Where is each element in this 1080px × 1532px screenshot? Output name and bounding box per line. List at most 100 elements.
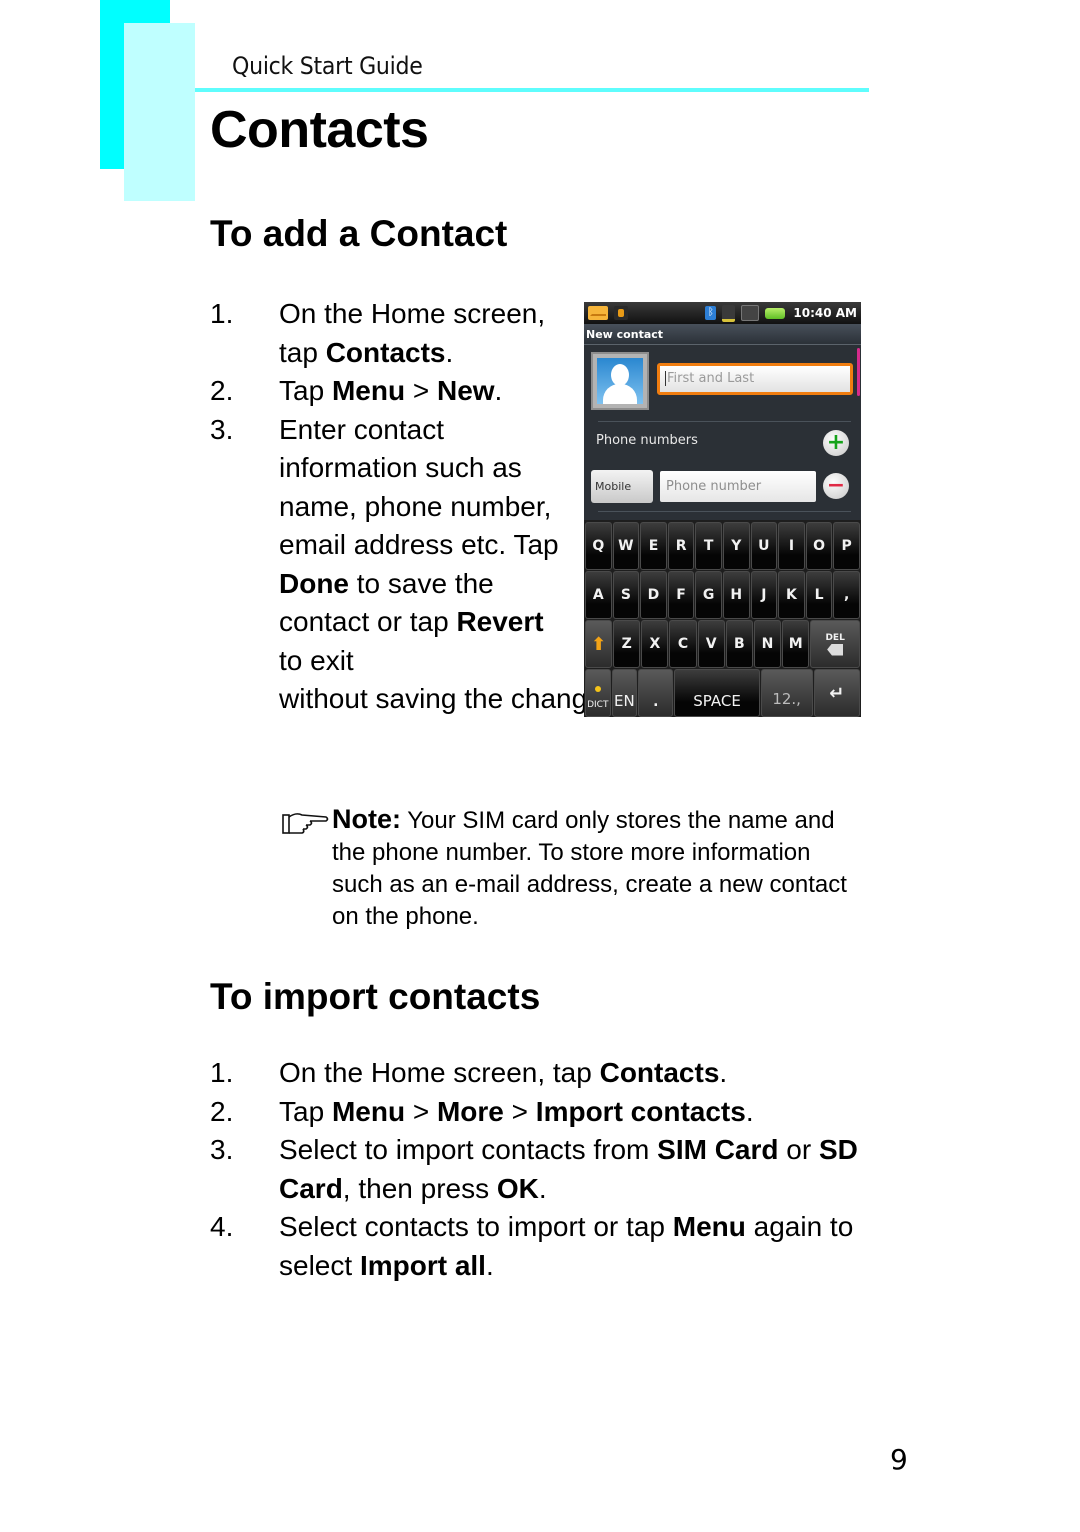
step-number: 3. bbox=[210, 1134, 234, 1165]
step-text: On the Home screen, tap Contacts. bbox=[279, 298, 546, 368]
person-silhouette-icon bbox=[597, 358, 643, 404]
phone-screenshot: ᛒ 10:40 AM New contact First and Last Ph… bbox=[584, 302, 861, 717]
usb-icon bbox=[614, 306, 628, 320]
key-b[interactable]: B bbox=[725, 620, 753, 668]
space-key[interactable]: SPACE bbox=[674, 669, 760, 717]
key-y[interactable]: Y bbox=[722, 522, 750, 570]
header-accent-bar-light bbox=[124, 23, 195, 201]
step-text: Enter contact information such as name, … bbox=[279, 413, 559, 676]
note-text: Your SIM card only stores the name and t… bbox=[332, 807, 847, 930]
dict-key[interactable]: DICT bbox=[585, 669, 611, 717]
key-r[interactable]: R bbox=[667, 522, 695, 570]
shift-key[interactable]: ⬆ bbox=[585, 620, 613, 668]
plus-icon: + bbox=[826, 430, 846, 455]
add-contact-steps: 1. On the Home screen, tap Contacts. 2. Tap… bbox=[210, 295, 625, 719]
status-bar: ᛒ 10:40 AM bbox=[584, 302, 861, 324]
step-number: 1. bbox=[210, 298, 234, 329]
step-item: 1. On the Home screen, tap Contacts. bbox=[210, 1054, 870, 1093]
section-heading-add-contact: To add a Contact bbox=[210, 213, 508, 254]
key-c[interactable]: C bbox=[669, 620, 697, 668]
period-key[interactable]: . bbox=[638, 669, 674, 717]
key-l[interactable]: L bbox=[805, 571, 833, 619]
numbers-key[interactable]: 12., bbox=[760, 669, 813, 717]
enter-icon: ↵ bbox=[829, 682, 845, 704]
battery-icon bbox=[765, 307, 786, 319]
key-k[interactable]: K bbox=[778, 571, 805, 619]
key-m[interactable]: M bbox=[782, 620, 810, 668]
key-i[interactable]: I bbox=[778, 522, 805, 570]
key-w[interactable]: W bbox=[612, 522, 640, 570]
name-input[interactable]: First and Last bbox=[657, 363, 853, 395]
key-d[interactable]: D bbox=[640, 571, 667, 619]
key-o[interactable]: O bbox=[805, 522, 833, 570]
guide-label: Quick Start Guide bbox=[232, 52, 423, 80]
key-p[interactable]: P bbox=[833, 522, 860, 570]
scroll-indicator[interactable] bbox=[857, 348, 860, 396]
key-g[interactable]: G bbox=[695, 571, 722, 619]
key-f[interactable]: F bbox=[667, 571, 695, 619]
key-u[interactable]: U bbox=[750, 522, 778, 570]
step-item: 1. On the Home screen, tap Contacts. bbox=[210, 295, 570, 372]
key-comma[interactable]: , bbox=[833, 571, 860, 619]
step-text: Tap Menu > More > Import contacts. bbox=[279, 1095, 754, 1127]
language-key[interactable]: EN bbox=[611, 669, 638, 717]
step-number: 3. bbox=[210, 413, 234, 445]
wifi-icon bbox=[722, 304, 736, 322]
key-x[interactable]: X bbox=[641, 620, 669, 668]
keyboard-row-4: DICT EN . SPACE 12., ↵ bbox=[585, 669, 860, 717]
step-number: 2. bbox=[210, 375, 234, 406]
step-number: 1. bbox=[210, 1057, 234, 1088]
contact-photo-button[interactable] bbox=[591, 352, 649, 410]
key-s[interactable]: S bbox=[612, 571, 640, 619]
minus-icon: − bbox=[826, 473, 846, 498]
remove-phone-button[interactable]: − bbox=[823, 473, 849, 499]
key-j[interactable]: J bbox=[750, 571, 778, 619]
keyboard-row-2: ASDFGHJKL, bbox=[585, 571, 860, 619]
signal-icon bbox=[741, 305, 760, 321]
name-placeholder: First and Last bbox=[667, 371, 755, 386]
soft-keyboard: QWERTYUIOP ASDFGHJKL, ⬆ ZXCVBNM DEL DICT… bbox=[584, 520, 861, 717]
key-q[interactable]: Q bbox=[585, 522, 612, 570]
step-item: 2. Tap Menu > New. bbox=[210, 372, 570, 411]
key-v[interactable]: V bbox=[697, 620, 725, 668]
step-text: Select contacts to import or tap Menu ag… bbox=[279, 1211, 854, 1281]
key-t[interactable]: T bbox=[695, 522, 722, 570]
step-text: Tap Menu > New. bbox=[279, 375, 503, 406]
divider bbox=[598, 511, 851, 512]
keyboard-row-3: ⬆ ZXCVBNM DEL bbox=[585, 620, 861, 668]
add-phone-button[interactable]: + bbox=[823, 430, 849, 456]
delete-key[interactable]: DEL bbox=[810, 620, 861, 668]
dict-indicator-icon bbox=[594, 686, 601, 692]
step-item: 4. Select contacts to import or tap Menu … bbox=[210, 1208, 870, 1285]
dict-label: DICT bbox=[587, 700, 609, 710]
note-label: Note: bbox=[332, 804, 401, 834]
phone-type-button[interactable]: Mobile bbox=[591, 470, 653, 503]
key-n[interactable]: N bbox=[753, 620, 782, 668]
enter-key[interactable]: ↵ bbox=[813, 669, 860, 717]
mail-icon bbox=[588, 306, 608, 320]
note-body: Note: Your SIM card only stores the name… bbox=[282, 803, 862, 933]
header-divider bbox=[195, 88, 869, 92]
step-text: Select to import contacts from SIM Card … bbox=[279, 1134, 858, 1204]
key-a[interactable]: A bbox=[585, 571, 612, 619]
page-number: 9 bbox=[890, 1443, 908, 1476]
status-time: 10:40 AM bbox=[793, 306, 857, 320]
step-number: 2. bbox=[210, 1095, 234, 1127]
note-callout: Note: Your SIM card only stores the name… bbox=[282, 803, 862, 933]
import-contacts-steps: 1. On the Home screen, tap Contacts. 2. Tap… bbox=[210, 1054, 870, 1285]
step-item: 3. Enter contact information such as name… bbox=[210, 411, 625, 719]
keyboard-row-1: QWERTYUIOP bbox=[585, 522, 860, 570]
key-e[interactable]: E bbox=[640, 522, 667, 570]
step-item: 2. Tap Menu > More > Import contacts. bbox=[210, 1093, 870, 1132]
divider bbox=[598, 421, 851, 422]
key-z[interactable]: Z bbox=[613, 620, 641, 668]
screen-title: New contact bbox=[584, 324, 861, 345]
step-text: On the Home screen, tap Contacts. bbox=[279, 1057, 728, 1088]
phone-numbers-label: Phone numbers bbox=[596, 433, 698, 448]
phone-number-input[interactable]: Phone number bbox=[660, 471, 816, 502]
name-row: First and Last bbox=[591, 352, 854, 414]
pointing-hand-icon bbox=[282, 813, 329, 834]
key-h[interactable]: H bbox=[722, 571, 750, 619]
step-number: 4. bbox=[210, 1211, 234, 1242]
del-label: DEL bbox=[825, 632, 845, 643]
